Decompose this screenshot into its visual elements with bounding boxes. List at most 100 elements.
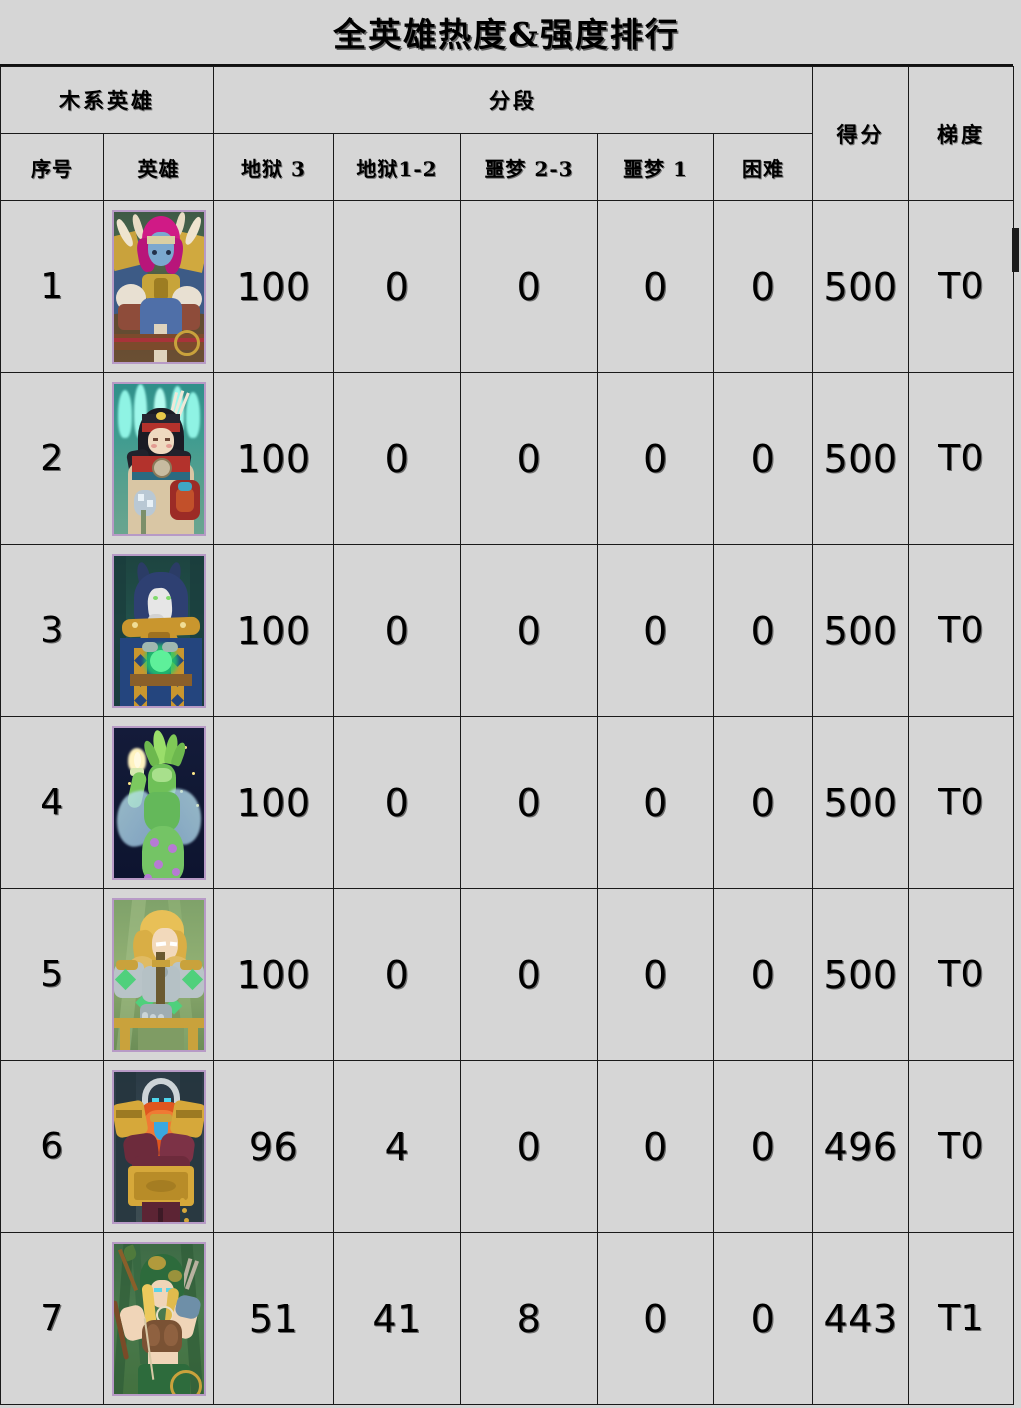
nightmare23-value: 0 [516, 264, 542, 309]
cell-hero[interactable] [103, 1060, 214, 1233]
header-group-element-label: 木系英雄 [59, 88, 155, 113]
cell-index: 1 [0, 200, 104, 373]
score-value: 443 [823, 1296, 898, 1341]
cell-score: 500 [812, 716, 910, 889]
cell-hell12: 41 [333, 1232, 461, 1405]
cell-hell3: 96 [213, 1060, 334, 1233]
cell-index: 7 [0, 1232, 104, 1405]
cell-hero[interactable] [103, 544, 214, 717]
cell-hero[interactable] [103, 372, 214, 545]
nightmare23-value: 0 [516, 608, 542, 653]
cell-tier: T1 [908, 1232, 1015, 1405]
cell-hard: 0 [712, 544, 814, 717]
cell-nightmare23: 0 [460, 544, 598, 717]
hell3-value: 100 [236, 608, 311, 653]
header-col-hell12-label: 地狱1-2 [356, 156, 438, 181]
tier-value: T0 [938, 266, 984, 307]
cell-nightmare23: 0 [460, 1060, 598, 1233]
cell-hell3: 51 [213, 1232, 334, 1405]
cell-tier: T0 [908, 888, 1015, 1061]
archer-portrait [111, 1241, 206, 1396]
cell-score: 443 [812, 1232, 910, 1405]
nightmare1-value: 0 [643, 1124, 668, 1169]
hell3-value: 96 [248, 1124, 299, 1169]
cell-hell3: 100 [213, 888, 334, 1061]
cell-tier: T0 [908, 1060, 1015, 1233]
hell3-value: 100 [236, 780, 311, 825]
header-col-hard: 困难 [712, 133, 814, 201]
header-col-hell3-label: 地狱 3 [241, 156, 306, 181]
cell-hero[interactable] [103, 1232, 214, 1405]
tier-value: T0 [938, 954, 984, 995]
header-col-score-label: 得分 [836, 121, 885, 147]
nightmare1-value: 0 [643, 436, 668, 481]
cell-nightmare1: 0 [597, 716, 714, 889]
hell12-value: 0 [384, 264, 410, 309]
hard-value: 0 [750, 1124, 776, 1169]
cell-index: 5 [0, 888, 104, 1061]
header-col-nightmare1: 噩梦 1 [597, 133, 714, 201]
table-row[interactable]: 4 100 0 0 0 0 500 T0 [0, 716, 1015, 889]
cell-hard: 0 [712, 888, 814, 1061]
cell-hell3: 100 [213, 200, 334, 373]
cell-nightmare1: 0 [597, 1232, 714, 1405]
score-value: 500 [823, 608, 898, 653]
header-col-nightmare23: 噩梦 2-3 [460, 133, 598, 201]
table-row[interactable]: 7 51 41 8 0 0 443 T1 [0, 1232, 1015, 1405]
header-col-hero: 英雄 [103, 133, 214, 201]
tier-value: T0 [938, 610, 984, 651]
table-row[interactable]: 6 96 4 0 0 0 496 T0 [0, 1060, 1015, 1233]
header-col-nightmare1-label: 噩梦 1 [623, 156, 688, 181]
scrollbar-thumb[interactable] [1012, 228, 1019, 272]
score-value: 500 [823, 780, 898, 825]
header-col-tier-label: 梯度 [937, 121, 986, 147]
nightmare1-value: 0 [643, 780, 668, 825]
cell-score: 500 [812, 544, 910, 717]
nightmare23-value: 0 [516, 780, 542, 825]
cell-hell3: 100 [213, 544, 334, 717]
cell-nightmare23: 0 [460, 888, 598, 1061]
page-title-bar: 全英雄热度&强度排行 [0, 0, 1013, 66]
table-row[interactable]: 3 100 0 0 0 0 500 T0 [0, 544, 1015, 717]
troll-viking-portrait [111, 209, 206, 364]
cell-score: 500 [812, 372, 910, 545]
header-col-hard-label: 困难 [742, 156, 784, 181]
cell-nightmare23: 0 [460, 200, 598, 373]
hero-ranking-table: 木系英雄 分段 得分 梯度 序号 英雄 地狱 3 地狱1-2 噩梦 2-3 噩梦… [0, 66, 1015, 1405]
table-row[interactable]: 1 100 0 0 0 0 500 T0 [0, 200, 1015, 373]
header-group-segment-label: 分段 [489, 88, 537, 113]
cell-nightmare1: 0 [597, 372, 714, 545]
nightmare23-value: 0 [516, 436, 542, 481]
nightmare1-value: 0 [643, 608, 668, 653]
wolf-mage-portrait [111, 553, 206, 708]
hell12-value: 0 [384, 608, 410, 653]
cell-nightmare1: 0 [597, 888, 714, 1061]
header-row-groups: 木系英雄 分段 得分 梯度 [0, 66, 1015, 201]
cell-hard: 0 [712, 1232, 814, 1405]
hell3-value: 100 [236, 436, 311, 481]
cell-hero[interactable] [103, 716, 214, 889]
hard-value: 0 [750, 780, 776, 825]
cell-hell3: 100 [213, 716, 334, 889]
shaman-portrait [111, 381, 206, 536]
cell-hell12: 0 [333, 888, 461, 1061]
table-row[interactable]: 2 100 0 0 0 0 500 T0 [0, 372, 1015, 545]
cell-nightmare1: 0 [597, 1060, 714, 1233]
cell-hell12: 4 [333, 1060, 461, 1233]
header-col-hero-label: 英雄 [137, 156, 180, 181]
nightmare1-value: 0 [643, 264, 668, 309]
table-row[interactable]: 5 100 0 0 0 0 500 T0 [0, 888, 1015, 1061]
header-col-tier: 梯度 [908, 66, 1015, 201]
cell-hero[interactable] [103, 200, 214, 373]
row-index-value: 5 [40, 954, 64, 995]
cell-tier: T0 [908, 372, 1015, 545]
header-col-index-label: 序号 [31, 156, 73, 181]
knight-portrait [111, 897, 206, 1052]
score-value: 500 [823, 952, 898, 997]
cell-score: 496 [812, 1060, 910, 1233]
cell-hero[interactable] [103, 888, 214, 1061]
tier-value: T0 [938, 438, 984, 479]
row-index-value: 1 [40, 266, 64, 307]
cell-hard: 0 [712, 1060, 814, 1233]
score-value: 500 [823, 436, 898, 481]
